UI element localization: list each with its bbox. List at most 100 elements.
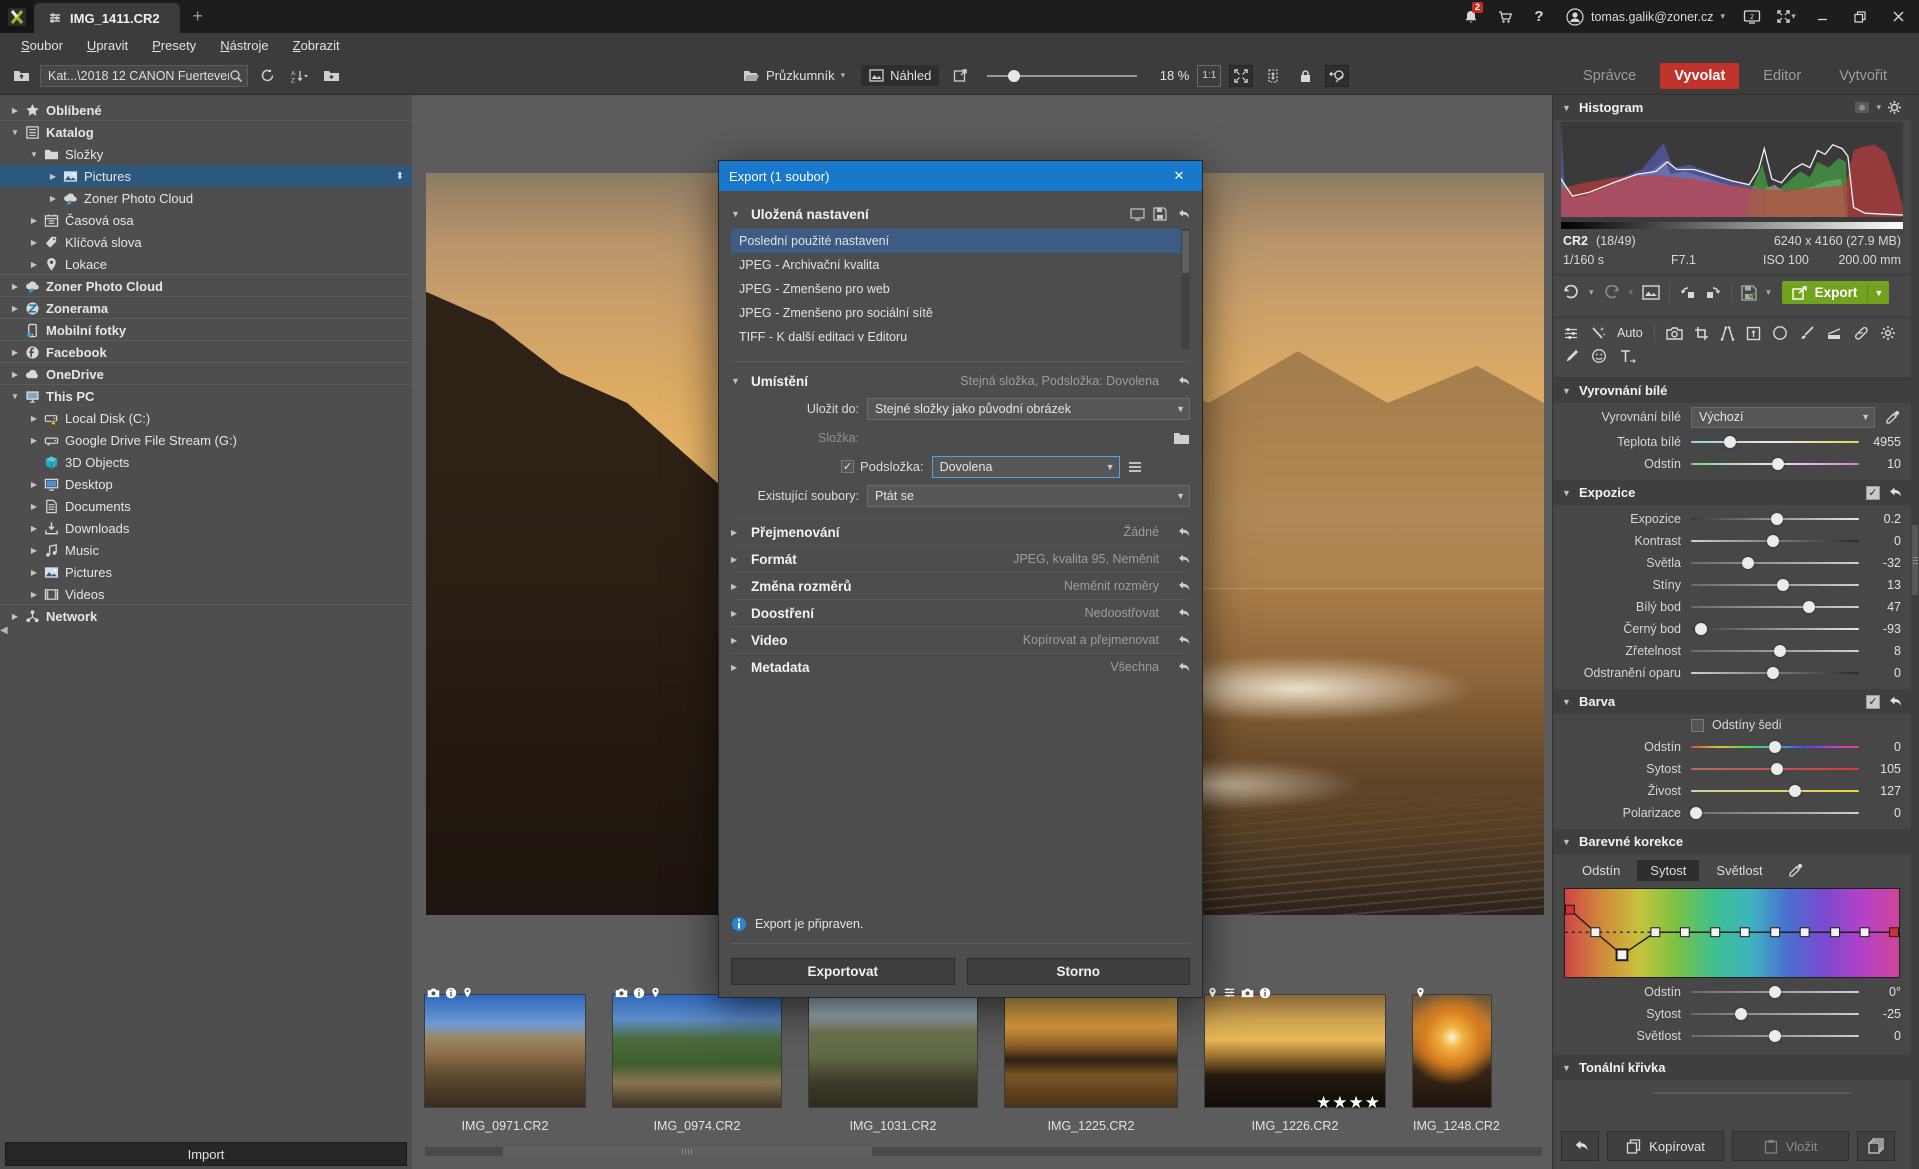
panel-scrollbar[interactable] <box>1911 95 1919 1169</box>
guides-icon[interactable] <box>1720 326 1735 341</box>
redo-icon[interactable] <box>1603 285 1620 300</box>
slider-track[interactable] <box>1691 790 1859 792</box>
filmstrip-scrollbar[interactable] <box>425 1147 1542 1156</box>
tree-caret-icon[interactable]: ▶ <box>27 568 41 577</box>
dialog-section-video[interactable]: ▶VideoKopírovat a přejmenovat <box>731 626 1190 653</box>
save-icon[interactable] <box>1153 207 1167 221</box>
thumbnail-image[interactable]: ★★★★ <box>1205 995 1385 1107</box>
slider-track[interactable] <box>1691 562 1859 564</box>
sidebar-item-onedrive[interactable]: ▶OneDrive <box>0 363 412 385</box>
preset-screen-icon[interactable] <box>1130 207 1145 221</box>
color-header[interactable]: ▼ Barva ✓ <box>1553 689 1911 714</box>
dialog-section-doost-en-[interactable]: ▶DoostřeníNedoostřovat <box>731 599 1190 626</box>
tree-caret-icon[interactable]: ▶ <box>27 480 41 489</box>
chevron-down-icon[interactable]: ▾ <box>1629 287 1634 298</box>
sidebar-item-kl-ov-slova[interactable]: ▶Klíčová slova <box>0 231 412 253</box>
browse-folder-button[interactable] <box>1173 431 1190 445</box>
rotate-right-icon[interactable] <box>1705 285 1722 300</box>
restore-button[interactable] <box>1843 0 1877 33</box>
gear-icon[interactable] <box>1887 100 1902 115</box>
slider-track[interactable] <box>1691 768 1859 770</box>
sidebar-item-desktop[interactable]: ▶Desktop <box>0 473 412 495</box>
healing-icon[interactable] <box>1853 325 1869 341</box>
slider-knob[interactable] <box>1772 458 1784 470</box>
slider-track[interactable] <box>1691 628 1859 630</box>
menu-presety[interactable]: Presety <box>141 36 207 55</box>
settings-stack-button[interactable] <box>1857 1131 1895 1161</box>
new-folder-button[interactable] <box>318 63 344 89</box>
export-confirm-button[interactable]: Exportovat <box>731 958 955 985</box>
auto-button[interactable]: Auto <box>1617 326 1643 340</box>
thumbnail-image[interactable] <box>425 995 585 1107</box>
thumbnail-image[interactable] <box>1413 995 1491 1107</box>
preset-list-scrollbar[interactable] <box>1181 229 1190 349</box>
tree-caret-icon[interactable]: ▶ <box>8 348 22 357</box>
tree-caret-icon[interactable]: ▶ <box>27 414 41 423</box>
document-tab[interactable]: IMG_1411.CR2 <box>34 3 180 33</box>
face-mask-icon[interactable] <box>1591 348 1607 364</box>
slider-track[interactable] <box>1691 1035 1859 1037</box>
tree-caret-icon[interactable]: ▶ <box>27 590 41 599</box>
subfolder-checkbox[interactable]: ✓ <box>841 460 854 473</box>
panel-scrollbar-thumb[interactable] <box>1912 525 1918 595</box>
zoom-slider[interactable] <box>987 75 1137 77</box>
sort-button[interactable]: AZ <box>286 63 312 89</box>
filmstrip-thumbnail[interactable]: IMG_1225.CR2 <box>1005 995 1177 1133</box>
import-button[interactable]: Import <box>5 1142 407 1166</box>
tree-caret-icon[interactable]: ▼ <box>8 392 22 401</box>
dialog-section-metadata[interactable]: ▶MetadataVšechna <box>731 653 1190 680</box>
tree-caret-icon[interactable]: ▶ <box>8 370 22 379</box>
sidebar-item-slo-ky[interactable]: ▼Složky <box>0 143 412 165</box>
paste-settings-button[interactable]: Vložit <box>1732 1131 1849 1161</box>
filmstrip-thumbnail[interactable]: ★★★★IMG_1226.CR2 <box>1205 995 1385 1133</box>
zoom-slider-knob[interactable] <box>1008 70 1020 82</box>
slider-knob[interactable] <box>1690 807 1702 819</box>
copy-settings-button[interactable]: Kopírovat <box>1607 1131 1724 1161</box>
sidebar-item-google-drive-file-stream-g-[interactable]: ▶Google Drive File Stream (G:) <box>0 429 412 451</box>
menu-upravit[interactable]: Upravit <box>76 36 139 55</box>
text-tool-icon[interactable] <box>1619 349 1637 364</box>
histogram-header[interactable]: ▼ Histogram ▾ <box>1553 95 1911 120</box>
undo-icon[interactable] <box>1563 285 1580 300</box>
lock-icon[interactable] <box>1293 65 1317 87</box>
tree-caret-icon[interactable]: ▶ <box>27 436 41 445</box>
undo-icon[interactable] <box>1886 486 1902 500</box>
sidebar-item-facebook[interactable]: ▶Facebook <box>0 341 412 363</box>
notifications-button[interactable]: 2 <box>1456 0 1486 33</box>
tree-caret-icon[interactable]: ▶ <box>8 612 22 621</box>
eyedropper-icon[interactable] <box>1788 863 1803 878</box>
thumbnail-image[interactable] <box>809 995 977 1107</box>
sidebar-item-documents[interactable]: ▶Documents <box>0 495 412 517</box>
camera-icon[interactable] <box>1666 326 1683 340</box>
location-header[interactable]: ▼ Umístění Stejná složka, Podsložka: Dov… <box>731 368 1190 394</box>
sidebar-item--asov-osa[interactable]: ▶Časová osa <box>0 209 412 231</box>
undo-icon[interactable] <box>1175 580 1190 593</box>
tree-caret-icon[interactable]: ▶ <box>27 238 41 247</box>
eyedropper-icon[interactable] <box>1883 410 1901 425</box>
hue-saturation-curve[interactable] <box>1565 889 1899 977</box>
sidebar-item-music[interactable]: ▶Music <box>0 539 412 561</box>
slider-knob[interactable] <box>1767 535 1779 547</box>
slider-knob[interactable] <box>1771 763 1783 775</box>
color-corrections-header[interactable]: ▼ Barevné korekce <box>1553 829 1911 854</box>
search-icon[interactable] <box>229 69 243 83</box>
tree-caret-icon[interactable]: ▶ <box>8 304 22 313</box>
slider-knob[interactable] <box>1742 557 1754 569</box>
tree-caret-icon[interactable]: ▶ <box>46 194 60 203</box>
color-enabled-checkbox[interactable]: ✓ <box>1866 695 1880 709</box>
compare-zoom-button[interactable] <box>1325 65 1349 87</box>
slider-track[interactable] <box>1691 518 1859 520</box>
panel-collapse-arrow[interactable]: ◀ <box>0 625 8 636</box>
subfolder-menu-icon[interactable] <box>1128 461 1142 473</box>
menu-soubor[interactable]: Soubor <box>10 36 74 55</box>
existing-files-dropdown[interactable]: Ptát se ▼ <box>867 485 1190 507</box>
perspective-icon[interactable] <box>1746 326 1761 341</box>
chevron-down-icon[interactable]: ▼ <box>1867 284 1889 302</box>
undo-icon[interactable] <box>1886 695 1902 709</box>
slider-track[interactable] <box>1691 1013 1859 1015</box>
sidebar-item-local-disk-c-[interactable]: ▶Local Disk (C:) <box>0 407 412 429</box>
slider-knob[interactable] <box>1789 785 1801 797</box>
filmstrip-thumbnail[interactable]: IMG_0974.CR2 <box>613 995 781 1133</box>
slider-knob[interactable] <box>1777 579 1789 591</box>
tonal-curve-header[interactable]: ▼ Tonální křivka <box>1553 1055 1911 1080</box>
